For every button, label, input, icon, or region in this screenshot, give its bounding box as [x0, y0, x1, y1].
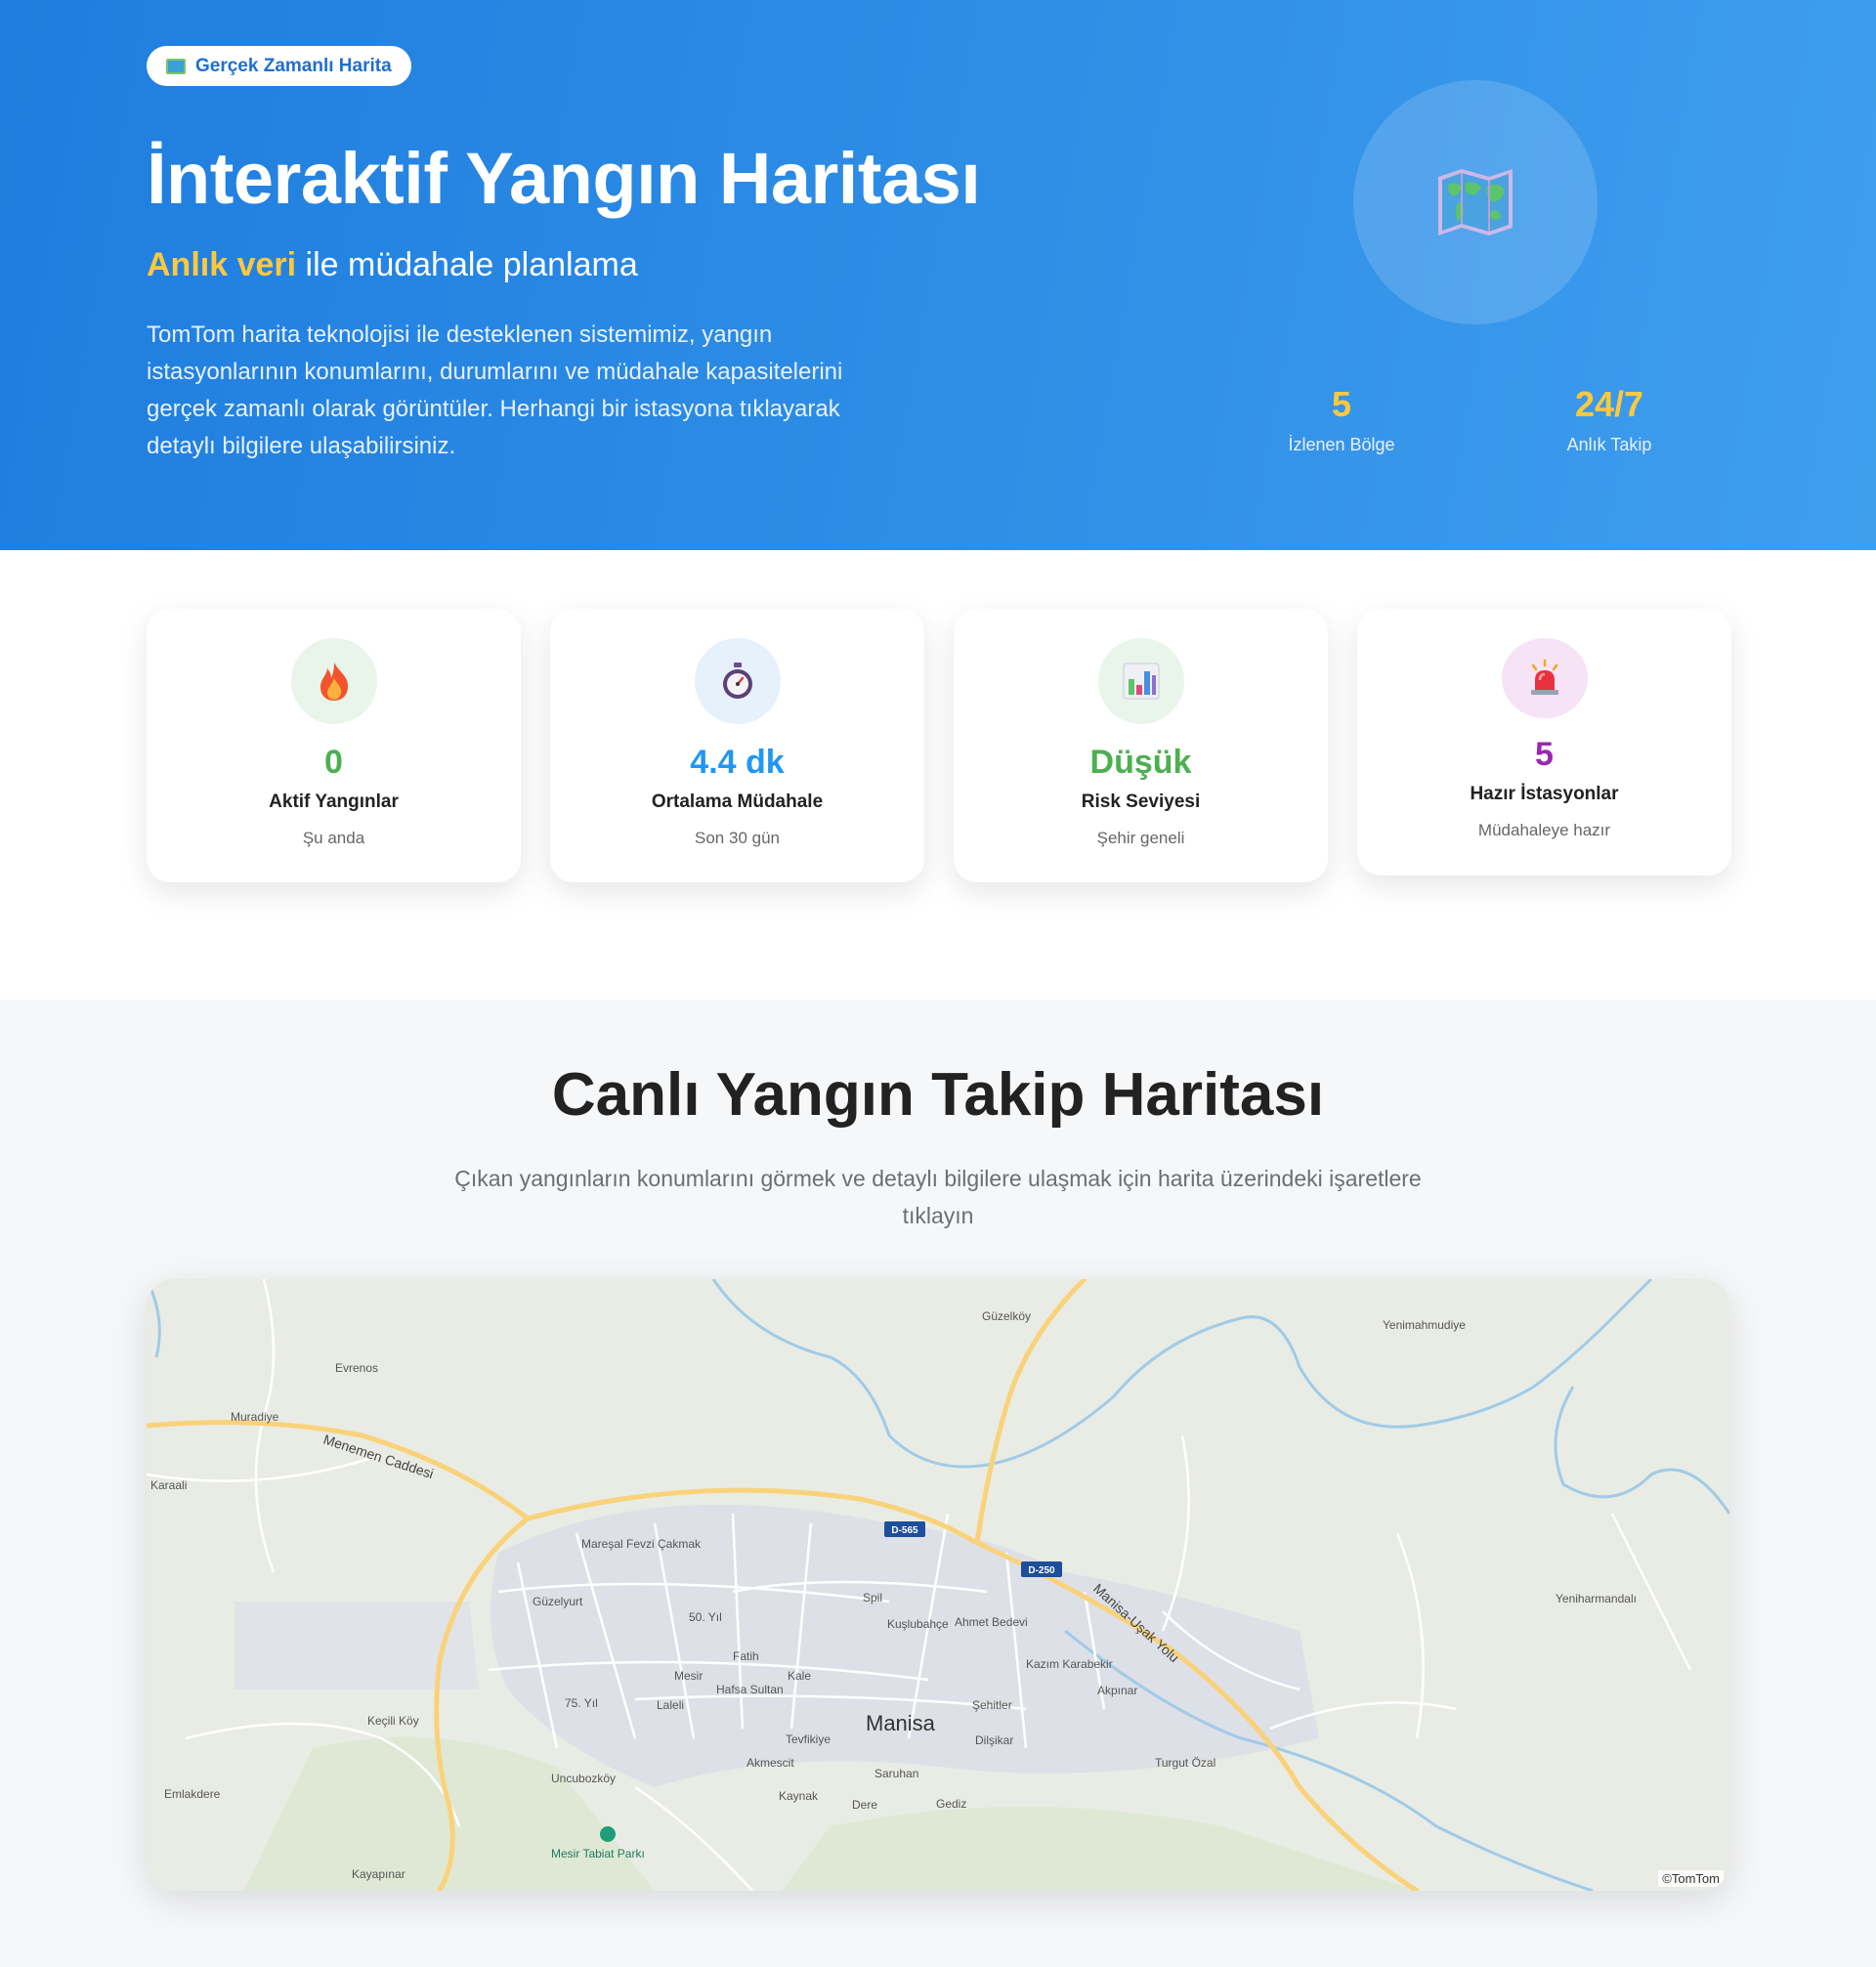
map-label: Kaynak — [779, 1789, 819, 1803]
park-icon — [600, 1826, 616, 1842]
map-label: Kale — [788, 1669, 811, 1683]
card-avg-response: 4.4 dk Ortalama Müdahale Son 30 gün — [550, 609, 924, 882]
map-label: Uncubozköy — [551, 1772, 616, 1785]
map-label: Akmescit — [746, 1756, 794, 1770]
card-title: Hazır İstasyonlar — [1470, 784, 1619, 804]
map-section-subtitle: Çıkan yangınların konumlarını görmek ve … — [454, 1166, 1422, 1228]
map-label-city: Manisa — [866, 1711, 936, 1735]
map-label: Kuşlubahçe — [887, 1617, 949, 1631]
world-map-icon — [1438, 169, 1513, 235]
card-title: Aktif Yangınlar — [269, 791, 399, 812]
map-label-park: Mesir Tabiat Parkı — [551, 1847, 645, 1860]
map-section-title: Canlı Yangın Takip Haritası — [551, 1061, 1325, 1129]
subtitle-rest: ile müdahale planlama — [305, 246, 638, 283]
map-label: Karaali — [150, 1478, 187, 1492]
map-label: Dere — [852, 1798, 877, 1812]
stat-label: Anlık Takip — [1566, 435, 1652, 454]
map-label: Güzelköy — [982, 1309, 1031, 1323]
map-label: Yeniharmandalı — [1556, 1592, 1637, 1605]
map-label: Saruhan — [874, 1767, 918, 1780]
card-value: 5 — [1535, 736, 1554, 773]
map-label: Ahmet Bedevi — [955, 1615, 1028, 1629]
map-label: Mesir — [674, 1669, 703, 1683]
badge-label: Gerçek Zamanlı Harita — [195, 55, 392, 76]
map-label: Muradiye — [231, 1410, 279, 1424]
map-label: Kazım Karabekir — [1026, 1657, 1113, 1671]
stopwatch-icon — [694, 638, 781, 724]
map-label: Emlakdere — [164, 1787, 221, 1801]
hero-subtitle: Anlık veri ile müdahale planlama — [147, 246, 638, 284]
map-label: Turgut Özal — [1155, 1756, 1215, 1770]
map-label: Akpınar — [1097, 1684, 1137, 1697]
map-label: Dilşikar — [975, 1733, 1013, 1747]
map-label: 75. Yıl — [565, 1696, 598, 1710]
map-label: Yenimahmudiye — [1383, 1318, 1466, 1332]
map-label: Hafsa Sultan — [716, 1683, 784, 1696]
map-label: Spil — [863, 1591, 882, 1604]
hero-section: Gerçek Zamanlı Harita İnteraktif Yangın … — [0, 0, 1876, 550]
map-icon — [166, 58, 186, 74]
map-label: Mareşal Fevzi Çakmak — [581, 1537, 702, 1551]
map-canvas[interactable]: D-565 D-250 Güzelköy Yenimahmudiye Evren… — [147, 1279, 1729, 1891]
hero-map-illustration — [1353, 80, 1598, 324]
fire-icon — [290, 638, 377, 724]
stat-value: 24/7 — [1574, 384, 1644, 424]
map-label: Evrenos — [335, 1361, 378, 1375]
siren-icon — [1501, 638, 1588, 718]
hero-description: TomTom harita teknolojisi ile desteklene… — [147, 321, 843, 459]
card-value: 4.4 dk — [690, 744, 785, 781]
card-subtitle: Son 30 gün — [695, 829, 780, 847]
map-label: Gediz — [936, 1797, 966, 1811]
subtitle-highlight: Anlık veri — [147, 246, 297, 283]
card-active-fires: 0 Aktif Yangınlar Şu anda — [147, 609, 521, 882]
card-title: Ortalama Müdahale — [651, 791, 824, 812]
card-subtitle: Şehir geneli — [1096, 829, 1185, 847]
map-attribution[interactable]: ©TomTom — [1658, 1870, 1724, 1887]
road-shield-d250: D-250 — [1028, 1565, 1055, 1576]
bar-chart-icon — [1097, 638, 1184, 724]
stat-label: İzlenen Bölge — [1288, 435, 1395, 454]
card-risk-level: Düşük Risk Seviyesi Şehir geneli — [954, 609, 1328, 882]
stat-value: 5 — [1331, 384, 1352, 424]
map-label: Şehitler — [972, 1698, 1012, 1712]
map-label: Güzelyurt — [533, 1595, 583, 1608]
card-value: 0 — [324, 744, 343, 781]
realtime-map-badge: Gerçek Zamanlı Harita — [147, 46, 411, 86]
map-label: Keçili Köy — [367, 1714, 419, 1728]
fire-tracking-map[interactable]: D-565 D-250 Güzelköy Yenimahmudiye Evren… — [147, 1279, 1729, 1891]
page-title: İnteraktif Yangın Haritası — [147, 138, 981, 219]
card-subtitle: Şu anda — [302, 829, 365, 847]
card-value: Düşük — [1089, 744, 1192, 781]
map-label: 50. Yıl — [689, 1610, 722, 1624]
stat-monitored-regions: 5 İzlenen Bölge — [1244, 384, 1439, 455]
card-title: Risk Seviyesi — [1081, 791, 1201, 812]
map-label: Fatih — [733, 1649, 759, 1663]
stat-realtime-tracking: 24/7 Anlık Takip — [1512, 384, 1707, 455]
road-shield-d565: D-565 — [891, 1525, 918, 1536]
map-label: Kayapınar — [352, 1867, 405, 1881]
map-label: Laleli — [657, 1698, 684, 1712]
map-label: Tevfikiye — [786, 1732, 831, 1746]
card-subtitle: Müdahaleye hazır — [1477, 821, 1611, 839]
card-ready-stations: 5 Hazır İstasyonlar Müdahaleye hazır — [1357, 609, 1731, 876]
